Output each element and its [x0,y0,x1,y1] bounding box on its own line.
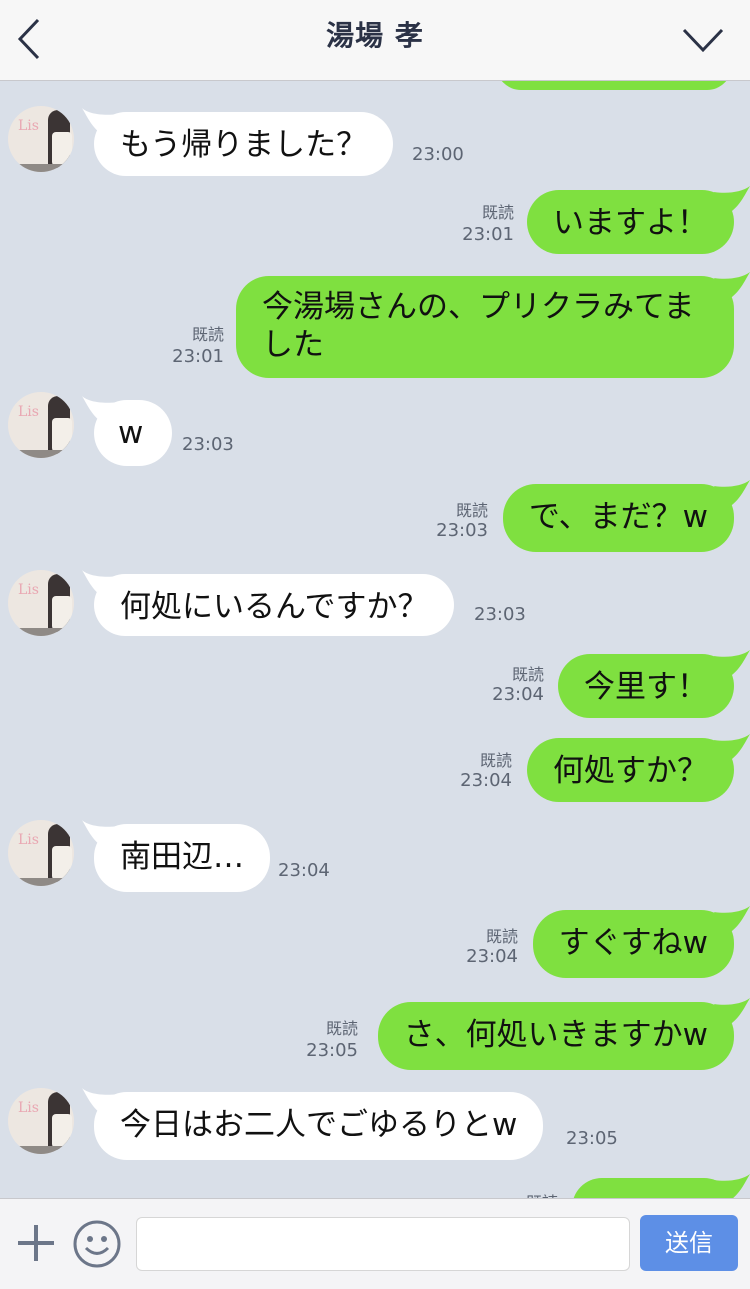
contact-avatar[interactable]: Lis [8,820,74,886]
avatar-logo-text: Lis [18,118,39,134]
contact-avatar[interactable]: Lis [8,392,74,458]
message-composer: 送信 [0,1198,750,1289]
message-time: 23:03 [474,604,526,625]
avatar-logo-text: Lis [18,404,39,420]
read-receipt: 既読 [325,1019,358,1038]
message-bubble[interactable]: 今日はお二人でごゆるりとw [94,1092,544,1160]
avatar-logo-text: Lis [18,1100,39,1116]
send-button[interactable]: 送信 [640,1215,738,1271]
message-bubble[interactable]: 今里す！ [558,654,734,718]
bubble-tail [714,906,750,934]
message-bubble[interactable]: で、まだ？w [502,484,734,552]
plus-icon[interactable] [16,1223,56,1263]
message-time: 23:04 [466,946,518,967]
message-bubble[interactable]: 何処すか？ [527,738,734,802]
message-bubble[interactable]: w [94,400,172,466]
message-bubble-partial[interactable] [572,1178,734,1198]
bubble-tail [714,1174,750,1198]
message-time: 23:04 [278,860,330,881]
contact-avatar[interactable]: Lis [8,570,74,636]
message-bubble[interactable]: もう帰りました？ [94,112,394,176]
message-time: 23:01 [172,346,224,367]
chevron-down-icon[interactable] [682,26,724,54]
message-bubble[interactable]: 南田辺… [94,824,270,892]
chat-title: 湯場 孝 [326,19,424,52]
bubble-tail [714,734,750,762]
contact-avatar[interactable]: Lis [8,1088,74,1154]
message-bubble[interactable]: 今湯場さんの、プリクラみてました [236,276,734,378]
message-time: 23:03 [436,520,488,541]
bubble-tail [714,480,750,508]
bubble-tail [714,186,750,214]
read-receipt: 既読 [485,927,518,946]
message-time: 23:04 [492,684,544,705]
message-time: 23:04 [460,770,512,791]
message-bubble[interactable]: 何処にいるんですか？ [94,574,455,636]
message-time: 23:03 [182,434,234,455]
read-receipt: 既読 [479,751,512,770]
message-bubble[interactable]: さ、何処いきますかw [377,1002,734,1070]
read-receipt: 既読 [481,203,514,222]
message-bubble[interactable]: すぐすねw [532,910,734,978]
chat-header: 湯場 孝 [0,0,750,81]
read-receipt: 既読 [511,665,544,684]
message-bubble[interactable]: いますよ！ [527,190,734,254]
message-time: 23:05 [566,1128,618,1149]
bubble-tail [714,272,750,300]
message-time: 23:01 [462,224,514,245]
read-receipt: 既読 [191,325,224,344]
bubble-tail [714,998,750,1026]
message-time: 23:05 [306,1040,358,1061]
contact-avatar[interactable]: Lis [8,106,74,172]
read-receipt: 既読 [455,501,488,520]
avatar-logo-text: Lis [18,582,39,598]
bubble-tail [714,650,750,678]
smiley-icon[interactable] [72,1219,122,1269]
message-time: 23:00 [412,144,464,165]
avatar-logo-text: Lis [18,832,39,848]
message-input[interactable] [136,1217,630,1271]
message-list[interactable]: Lis もう帰りました？ 23:00 既読 23:01 いますよ！ 既読 23:… [0,0,750,1198]
